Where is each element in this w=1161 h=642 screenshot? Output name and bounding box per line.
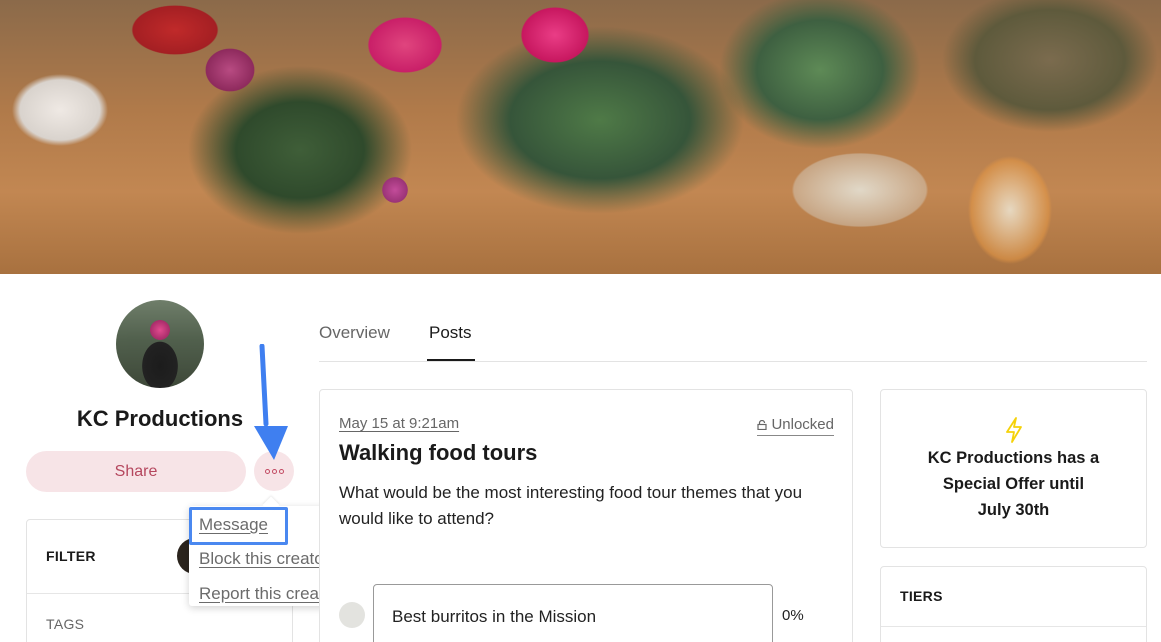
creator-avatar[interactable] (116, 300, 204, 388)
poll-option[interactable]: Best burritos in the Mission (373, 584, 773, 642)
offer-line-3: July 30th (977, 501, 1050, 519)
unlocked-badge[interactable]: Unlocked (757, 416, 834, 436)
poll-option-label: Best burritos in the Mission (392, 607, 597, 626)
offer-line-1: KC Productions has a (927, 449, 1100, 467)
divider (881, 626, 1146, 627)
share-button[interactable]: Share (26, 451, 246, 492)
post-date-link[interactable]: May 15 at 9:21am (339, 415, 459, 432)
active-tab-indicator (427, 359, 475, 361)
tab-overview[interactable]: Overview (319, 323, 390, 343)
poll-radio[interactable] (339, 602, 365, 628)
unlock-icon (757, 419, 768, 430)
offer-line-2: Special Offer until (942, 475, 1085, 493)
tab-posts[interactable]: Posts (429, 323, 472, 343)
tiers-title: TIERS (900, 588, 943, 604)
post-title[interactable]: Walking food tours (339, 440, 537, 466)
menu-item-block-creator[interactable]: Block this creator (199, 549, 329, 569)
menu-item-report-creator[interactable]: Report this creator (199, 584, 339, 604)
post-card: May 15 at 9:21am Unlocked Walking food t… (319, 389, 853, 642)
cover-banner-image (0, 0, 1161, 274)
unlocked-label: Unlocked (771, 416, 834, 433)
content-tabs: Overview Posts (319, 320, 1147, 362)
post-body: What would be the most interesting food … (339, 483, 803, 528)
more-horizontal-icon (264, 468, 284, 474)
tiers-panel: TIERS (880, 566, 1147, 642)
special-offer-card[interactable]: KC Productions has a Special Offer until… (880, 389, 1147, 548)
filter-title: FILTER (46, 548, 96, 564)
offer-text: KC Productions has a Special Offer until… (891, 445, 1136, 523)
lightning-bolt-icon (1006, 417, 1022, 443)
tags-label: TAGS (46, 616, 85, 632)
poll-percent: 0% (782, 607, 804, 624)
message-highlight-box (189, 507, 288, 545)
annotation-arrow-icon (254, 344, 288, 460)
